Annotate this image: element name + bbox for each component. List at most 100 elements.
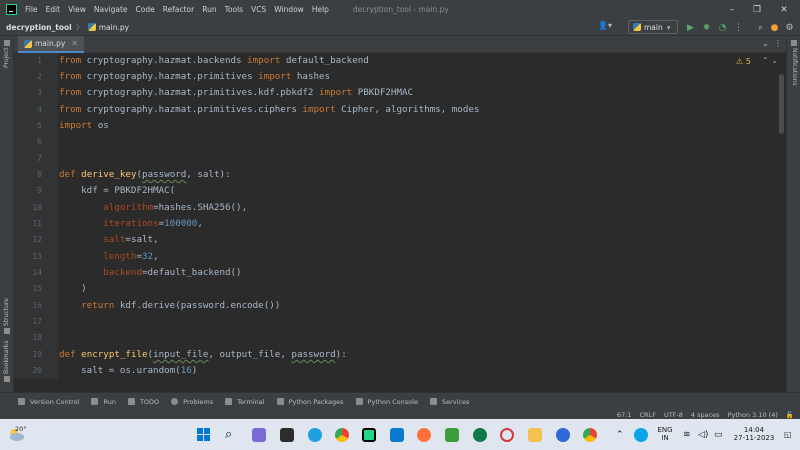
toolwindow-label: Problems: [183, 397, 214, 406]
code-line-14: backend=default_backend(): [103, 267, 242, 278]
chrome-icon[interactable]: [335, 428, 349, 442]
wifi-icon[interactable]: ≋: [683, 428, 697, 442]
more-actions-icon[interactable]: ⋮: [732, 21, 745, 34]
search-icon[interactable]: ⌕: [754, 21, 767, 34]
windows-taskbar: 20° ⌕ ⌃ ENG IN ≋ ◁) ▭ 14:04 27-11-2023 ◱: [0, 419, 800, 450]
right-tool-strip: Notifications: [786, 36, 800, 392]
file-encoding[interactable]: UTF-8: [664, 411, 683, 419]
breadcrumb-project[interactable]: decryption_tool: [6, 23, 72, 32]
warnings-indicator[interactable]: ⚠ 5: [736, 57, 751, 66]
app-icon[interactable]: [556, 428, 570, 442]
menu-tools[interactable]: Tools: [225, 5, 243, 14]
bookmarks-tool-icon[interactable]: [4, 376, 10, 382]
code-editor[interactable]: 1 2 3 4 5 6 7 8 9 10 11 12 13 14 15 16 1…: [14, 53, 786, 379]
indent-setting[interactable]: 4 spaces: [691, 411, 720, 419]
warning-navigation-icon[interactable]: ⌃ ⌄: [762, 56, 778, 65]
scrollbar-thumb[interactable]: [779, 74, 784, 134]
menu-vcs[interactable]: VCS: [251, 5, 266, 14]
line-number: 18: [32, 333, 42, 342]
toolwindow-label: Version Control: [30, 397, 80, 406]
menu-edit[interactable]: Edit: [46, 5, 61, 14]
menu-window[interactable]: Window: [274, 5, 304, 14]
more-tabs-icon[interactable]: ⋮: [774, 39, 782, 48]
line-number: 5: [37, 121, 42, 130]
run-icon[interactable]: ▶: [684, 21, 697, 34]
warnings-count: 5: [745, 57, 751, 66]
menu-file[interactable]: File: [25, 5, 38, 14]
volume-icon[interactable]: ◁): [698, 428, 712, 442]
code-line-20: salt = os.urandom(16): [59, 365, 198, 376]
vscode-icon[interactable]: [390, 428, 404, 442]
run-config-select[interactable]: main ▾: [628, 20, 678, 34]
menu-code[interactable]: Code: [136, 5, 155, 14]
coverage-icon[interactable]: ◔: [716, 21, 729, 34]
mongodb-icon[interactable]: [473, 428, 487, 442]
widgets-icon[interactable]: [252, 428, 266, 442]
vertical-scrollbar[interactable]: [779, 68, 784, 378]
edge-browser-icon[interactable]: [308, 428, 322, 442]
settings-gear-icon[interactable]: ⚙: [783, 21, 796, 34]
line-separator[interactable]: CRLF: [640, 411, 656, 419]
menu-refactor[interactable]: Refactor: [163, 5, 194, 14]
bookmarks-tool-label[interactable]: Bookmarks: [3, 340, 10, 374]
structure-tool-icon[interactable]: [4, 328, 10, 334]
tab-main-py[interactable]: main.py ✕: [18, 36, 85, 53]
toolwindow-problems[interactable]: Problems: [171, 398, 213, 406]
chevron-up-icon[interactable]: ⌃: [616, 428, 630, 442]
line-number: 6: [37, 137, 42, 146]
file-explorer-icon[interactable]: [528, 428, 542, 442]
caret-position[interactable]: 67:1: [617, 411, 632, 419]
menu-help[interactable]: Help: [312, 5, 329, 14]
search-icon[interactable]: ⌕: [225, 428, 239, 442]
toolwindow-todo[interactable]: TODO: [127, 398, 159, 406]
opera-icon[interactable]: [500, 428, 514, 442]
toolwindow-python-console[interactable]: Python Console: [355, 398, 418, 406]
line-number: 13: [32, 252, 42, 261]
line-number-gutter: 1 2 3 4 5 6 7 8 9 10 11 12 13 14 15 16 1…: [14, 53, 58, 379]
language-indicator[interactable]: ENG IN: [654, 426, 676, 442]
update-icon[interactable]: ●: [768, 21, 781, 34]
onedrive-icon[interactable]: [634, 428, 648, 442]
code-line-1: from cryptography.hazmat.backends import…: [59, 55, 369, 66]
pycharm-taskbar-icon[interactable]: [362, 428, 376, 442]
todo-list-icon: [127, 398, 135, 405]
navigation-bar: decryption_tool 〉 main.py 👤▾ main ▾ ▶ ✹ …: [0, 19, 800, 36]
toolwindow-services[interactable]: Services: [429, 397, 470, 406]
windows-start-icon[interactable]: [197, 428, 211, 442]
toolwindow-label: Services: [441, 397, 470, 406]
project-tool-label[interactable]: Project: [3, 47, 10, 68]
firefox-icon[interactable]: [417, 428, 431, 442]
line-number: 7: [37, 154, 42, 163]
line-number: 4: [37, 105, 42, 114]
code-line-16: return kdf.derive(password.encode()): [81, 300, 281, 311]
notifications-bell-icon[interactable]: [791, 40, 797, 46]
toolwindow-version-control[interactable]: Version Control: [18, 398, 79, 406]
close-window-icon[interactable]: ✕: [772, 0, 796, 19]
structure-tool-label[interactable]: Structure: [3, 298, 10, 326]
notification-center-icon[interactable]: ◱: [784, 428, 798, 442]
maximize-icon[interactable]: ❐: [745, 0, 769, 19]
toolwindow-python-packages[interactable]: Python Packages: [276, 398, 344, 406]
task-view-icon[interactable]: [280, 428, 294, 442]
menu-view[interactable]: View: [68, 5, 86, 14]
notifications-tool-label[interactable]: Notifications: [791, 48, 798, 86]
python-interpreter[interactable]: Python 3.10 (4): [728, 411, 778, 419]
weather-widget[interactable]: 20°: [6, 424, 27, 444]
terminal-app-icon[interactable]: [445, 428, 459, 442]
close-tab-icon[interactable]: ✕: [71, 39, 78, 48]
menu-run[interactable]: Run: [202, 5, 216, 14]
clock[interactable]: 14:04 27-11-2023: [730, 426, 778, 442]
toolwindow-run[interactable]: Run: [91, 398, 116, 406]
code-line-12: salt=salt,: [103, 234, 159, 245]
chevron-down-icon[interactable]: ⌄: [762, 39, 769, 48]
toolwindow-terminal[interactable]: Terminal: [225, 398, 265, 406]
debug-icon[interactable]: ✹: [700, 21, 713, 34]
menu-navigate[interactable]: Navigate: [94, 5, 128, 14]
minimize-icon[interactable]: –: [720, 0, 744, 19]
lock-icon[interactable]: 🔓: [786, 411, 794, 419]
breadcrumb-file[interactable]: main.py: [99, 23, 129, 32]
battery-icon[interactable]: ▭: [714, 428, 728, 442]
user-icon[interactable]: 👤▾: [598, 21, 612, 30]
chrome-profile-icon[interactable]: [583, 428, 597, 442]
project-tool-icon[interactable]: [4, 40, 10, 46]
